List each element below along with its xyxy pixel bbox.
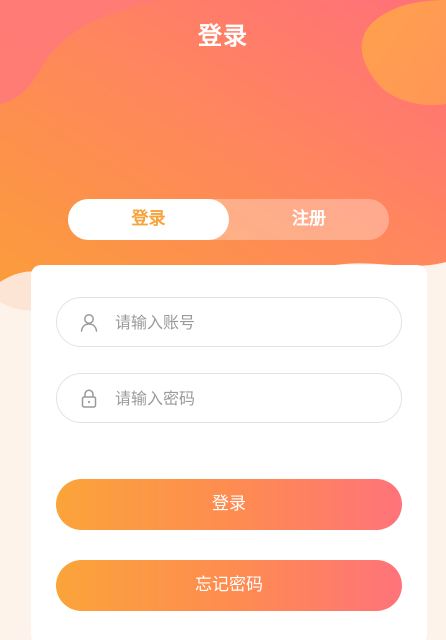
login-button[interactable]: 登录 xyxy=(56,479,402,530)
login-form-card: 登录 忘记密码 xyxy=(31,265,427,640)
forgot-password-button[interactable]: 忘记密码 xyxy=(56,560,402,611)
page-title: 登录 xyxy=(198,22,248,50)
password-input[interactable] xyxy=(115,374,385,422)
tab-register[interactable]: 注册 xyxy=(229,199,389,240)
username-input[interactable] xyxy=(115,298,385,346)
username-field[interactable] xyxy=(56,297,402,347)
user-icon xyxy=(80,314,98,332)
password-field[interactable] xyxy=(56,373,402,423)
auth-tab-switcher: 登录 注册 xyxy=(68,199,389,240)
lock-icon xyxy=(81,389,97,408)
tab-login[interactable]: 登录 xyxy=(68,199,229,240)
